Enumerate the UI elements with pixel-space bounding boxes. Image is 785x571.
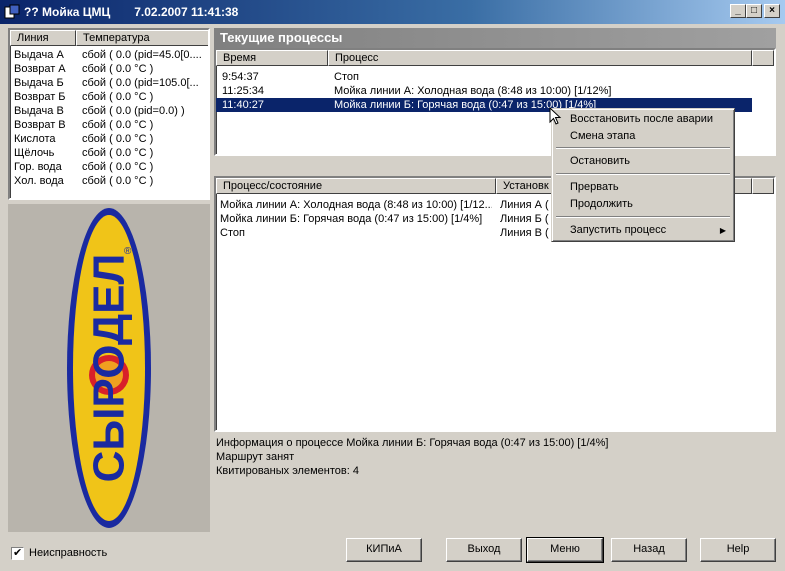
line-temperature: сбой ( 0.0 °С ): [82, 119, 154, 131]
menu-item-restore-after-failure[interactable]: Восстановить после аварии: [554, 111, 732, 128]
line-temperature: сбой ( 0.0 °С ): [82, 161, 154, 173]
help-button[interactable]: Help: [700, 538, 776, 562]
column-header-temperature[interactable]: Температура: [76, 30, 208, 46]
close-button[interactable]: ×: [764, 4, 780, 18]
line-temperature: сбой ( 0.0 °С ): [82, 133, 154, 145]
menu-item-start-process-label: Запустить процесс: [570, 224, 667, 236]
current-processes-title: Текущие процессы: [214, 28, 776, 48]
check-mark-icon: ✔: [13, 547, 23, 559]
fault-checkbox[interactable]: ✔: [11, 547, 24, 560]
exit-button[interactable]: Выход: [446, 538, 522, 562]
line-name: Выдача А: [14, 49, 64, 61]
line-name: Хол. вода: [14, 175, 64, 187]
table-row[interactable]: Кислота сбой ( 0.0 °С ): [10, 132, 208, 146]
process-time: 11:25:34: [222, 85, 265, 97]
table-row[interactable]: Щёлочь сбой ( 0.0 °С ): [10, 146, 208, 160]
column-header-time[interactable]: Время: [216, 50, 328, 66]
menu-item-stop[interactable]: Остановить: [554, 153, 732, 170]
table-row[interactable]: Возврат А сбой ( 0.0 °С ): [10, 62, 208, 76]
menu-separator: [556, 216, 730, 218]
process-name: Стоп: [334, 71, 359, 83]
process-state: Стоп: [220, 227, 245, 239]
process-context-menu[interactable]: Восстановить после аварии Смена этапа Ос…: [551, 108, 735, 242]
column-header-empty[interactable]: [752, 50, 774, 66]
window-title-bar[interactable]: ?? Мойка ЦМЦ 7.02.2007 11:41:38 _ □ ×: [0, 0, 785, 24]
line-name: Возврат А: [14, 63, 66, 75]
table-row[interactable]: Выдача В сбой ( 0.0 (pid=0.0) ): [10, 104, 208, 118]
line-name: Возврат В: [14, 119, 66, 131]
registered-mark: ®: [124, 246, 132, 257]
menu-separator: [556, 173, 730, 175]
table-row[interactable]: Возврат В сбой ( 0.0 °С ): [10, 118, 208, 132]
menu-item-start-process[interactable]: Запустить процесс ▶: [554, 222, 732, 239]
window-title: ?? Мойка ЦМЦ: [24, 5, 111, 19]
column-header-process[interactable]: Процесс: [328, 50, 752, 66]
column-header-empty-2[interactable]: [752, 178, 774, 194]
line-temperature: сбой ( 0.0 (pid=0.0) ): [82, 105, 185, 117]
kipia-button[interactable]: КИПиА: [346, 538, 422, 562]
submenu-arrow-icon: ▶: [719, 226, 726, 235]
line-temperature: сбой ( 0.0 °С ): [82, 147, 154, 159]
minimize-button[interactable]: _: [730, 4, 746, 18]
line-name: Выдача В: [14, 105, 64, 117]
company-logo: СЫРОДЕЛ ®: [8, 204, 210, 532]
line-temperature: сбой ( 0.0 °С ): [82, 175, 154, 187]
menu-button[interactable]: Меню: [526, 537, 604, 563]
window-datetime: 7.02.2007 11:41:38: [134, 5, 239, 19]
line-name: Возврат Б: [14, 91, 66, 103]
menu-item-change-stage[interactable]: Смена этапа: [554, 128, 732, 145]
process-state: Мойка линии Б: Горячая вода (0:47 из 15:…: [220, 213, 483, 225]
table-row[interactable]: Выдача А сбой ( 0.0 (pid=45.0[0....: [10, 48, 208, 62]
app-icon: [4, 4, 20, 19]
process-name: Мойка линии А: Холодная вода (8:48 из 10…: [334, 85, 612, 97]
table-row[interactable]: Хол. вода сбой ( 0.0 °С ): [10, 174, 208, 188]
menu-item-continue[interactable]: Продолжить: [554, 196, 732, 213]
acknowledged-count-line: Квитированых элементов: 4: [216, 465, 359, 477]
logo-text: СЫРОДЕЛ: [85, 254, 134, 483]
logo-graphic: СЫРОДЕЛ ®: [67, 208, 151, 528]
line-name: Гор. вода: [14, 161, 62, 173]
mouse-cursor-icon: [549, 107, 562, 125]
line-name: Щёлочь: [14, 147, 55, 159]
process-row[interactable]: 9:54:37 Стоп: [216, 70, 752, 84]
line-name: Выдача Б: [14, 77, 64, 89]
process-time: 9:54:37: [222, 71, 259, 83]
process-time: 11:40:27: [222, 99, 265, 111]
fault-checkbox-label[interactable]: Неисправность: [29, 547, 107, 559]
line-temperature: сбой ( 0.0 (pid=45.0[0....: [82, 49, 202, 61]
line-temperature: сбой ( 0.0 (pid=105.0[...: [82, 77, 199, 89]
process-state: Мойка линии А: Холодная вода (8:48 из 10…: [220, 199, 492, 211]
line-temperature: сбой ( 0.0 °С ): [82, 91, 154, 103]
table-row[interactable]: Выдача Б сбой ( 0.0 (pid=105.0[...: [10, 76, 208, 90]
back-button[interactable]: Назад: [611, 538, 687, 562]
process-info-line: Информация о процессе Мойка линии Б: Гор…: [216, 437, 609, 449]
process-row[interactable]: 11:25:34 Мойка линии А: Холодная вода (8:…: [216, 84, 752, 98]
column-header-process-state[interactable]: Процесс/состояние: [216, 178, 496, 194]
column-header-line[interactable]: Линия: [10, 30, 76, 46]
menu-item-abort[interactable]: Прервать: [554, 179, 732, 196]
maximize-button[interactable]: □: [746, 4, 762, 18]
table-row[interactable]: Гор. вода сбой ( 0.0 °С ): [10, 160, 208, 174]
table-row[interactable]: Возврат Б сбой ( 0.0 °С ): [10, 90, 208, 104]
lines-temperature-table[interactable]: Линия Температура Выдача А сбой ( 0.0 (pi…: [8, 28, 210, 200]
line-name: Кислота: [14, 133, 56, 145]
menu-separator: [556, 147, 730, 149]
route-status-line: Маршрут занят: [216, 451, 295, 463]
line-temperature: сбой ( 0.0 °С ): [82, 63, 154, 75]
